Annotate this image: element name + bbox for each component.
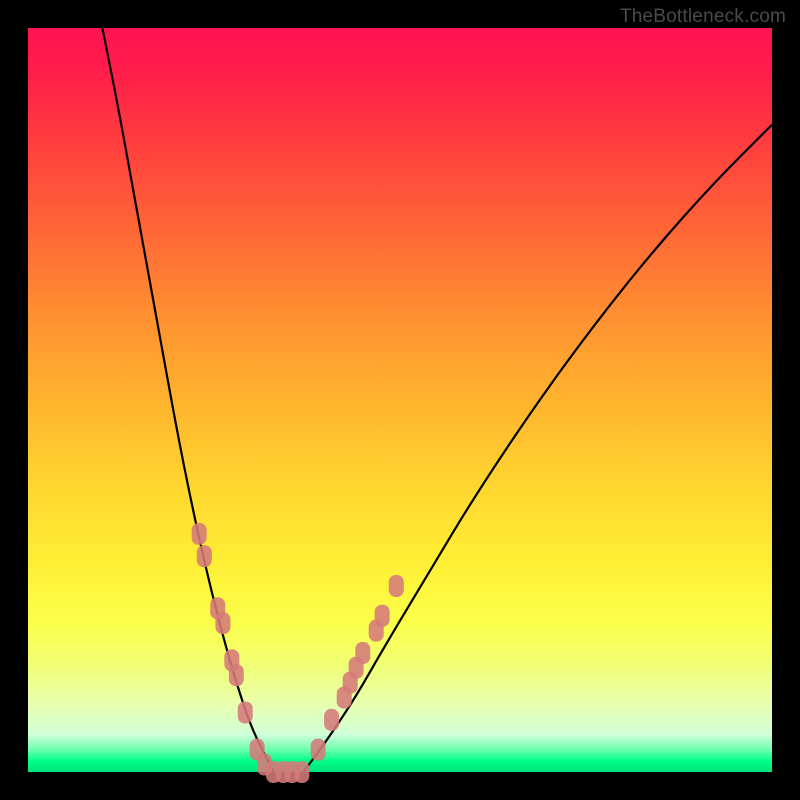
watermark-text: TheBottleneck.com <box>620 6 786 28</box>
chart-plot-area <box>28 28 772 772</box>
